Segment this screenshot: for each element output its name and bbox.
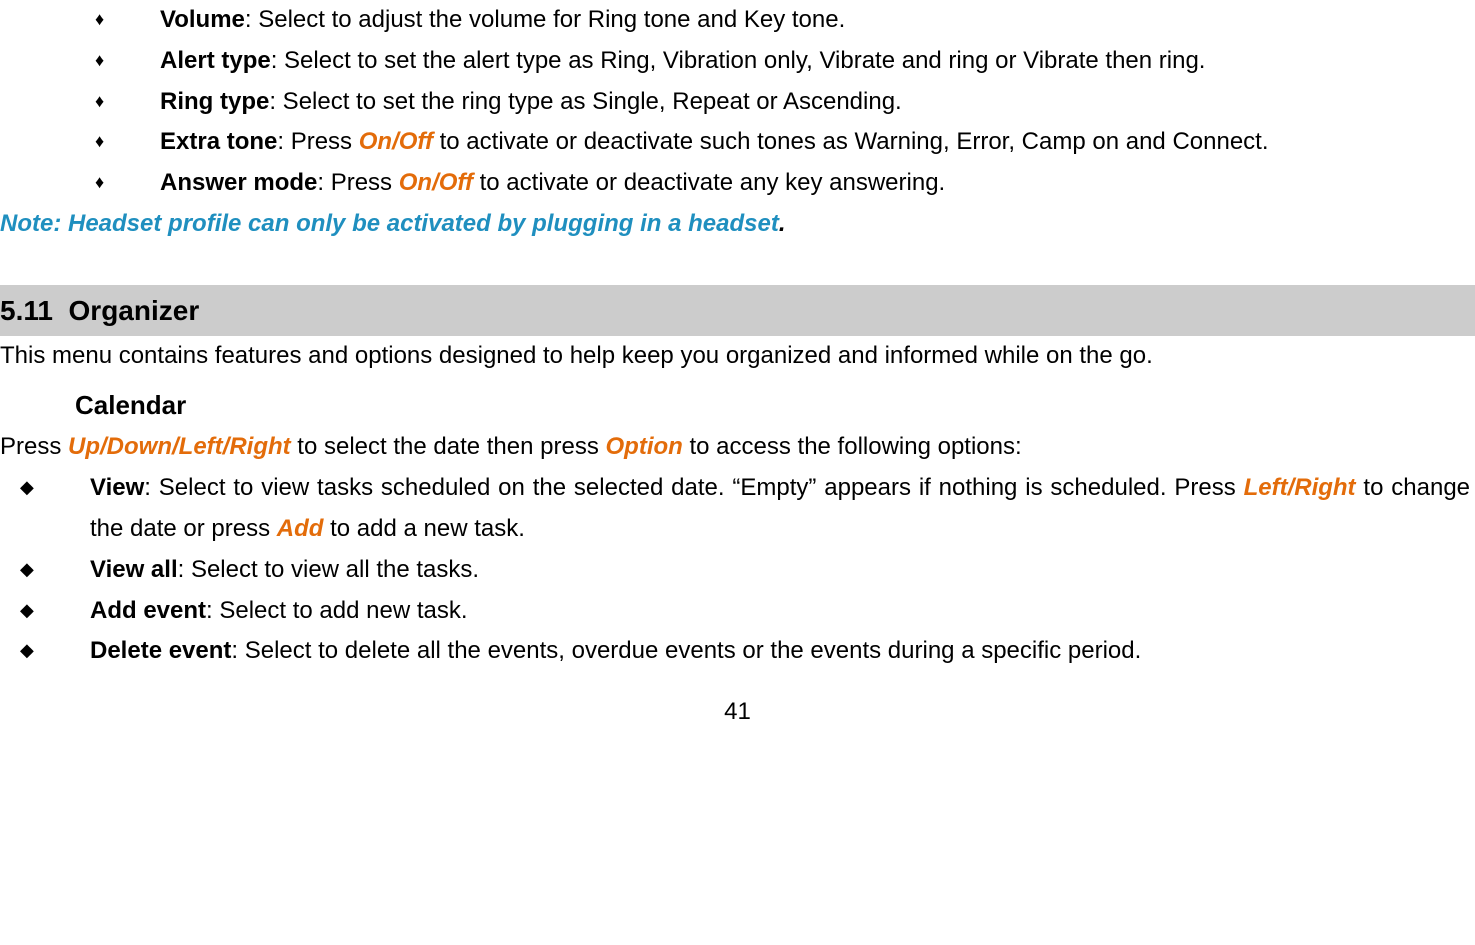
bullet-pre: : Press (277, 128, 358, 155)
diamond-icon: ◆ (20, 591, 90, 632)
section-title: Organizer (69, 295, 200, 326)
bullet-delete-event: ◆ Delete event: Select to delete all the… (20, 631, 1475, 672)
diamond-icon: ◆ (20, 550, 90, 591)
diamond-icon: ♦ (95, 122, 160, 163)
highlight-add: Add (277, 515, 324, 542)
text: to access the following options: (683, 433, 1022, 460)
bullet-label: View (90, 474, 144, 501)
diamond-icon: ◆ (20, 631, 90, 672)
bullet-desc: : Select to view all the tasks. (178, 556, 479, 583)
bullet-add-event: ◆ Add event: Select to add new task. (20, 591, 1475, 632)
bullet-text: Alert type: Select to set the alert type… (160, 41, 1475, 82)
bullet-post: to activate or deactivate such tones as … (433, 128, 1269, 155)
bullet-extra-tone: ♦ Extra tone: Press On/Off to activate o… (95, 122, 1475, 163)
bullet-text: Add event: Select to add new task. (90, 591, 1475, 632)
bullet-label: Delete event (90, 637, 231, 664)
section-number: 5.11 (0, 295, 53, 326)
highlight-option: Option (606, 433, 683, 460)
bullet-desc: : Select to set the alert type as Ring, … (271, 47, 1206, 74)
diamond-icon: ♦ (95, 163, 160, 204)
bullet-post: to activate or deactivate any key answer… (473, 169, 945, 196)
note-text: Note: Headset profile can only be activa… (0, 210, 779, 237)
highlight-leftright: Left/Right (1244, 474, 1356, 501)
bullet-label: View all (90, 556, 178, 583)
bullet-text: Answer mode: Press On/Off to activate or… (160, 163, 1475, 204)
bullet-view-all: ◆ View all: Select to view all the tasks… (20, 550, 1475, 591)
bullet-text: Extra tone: Press On/Off to activate or … (160, 122, 1475, 163)
bullet-desc: : Select to adjust the volume for Ring t… (245, 6, 845, 33)
bullet-desc: : Select to add new task. (206, 597, 467, 624)
diamond-icon: ◆ (20, 468, 90, 550)
note-trail: . (779, 210, 786, 237)
diamond-icon: ♦ (95, 0, 160, 41)
bullet-text: Volume: Select to adjust the volume for … (160, 0, 1475, 41)
diamond-icon: ♦ (95, 41, 160, 82)
text: : Select to view tasks scheduled on the … (144, 474, 1243, 501)
diamond-icon: ♦ (95, 82, 160, 123)
bullet-text: Delete event: Select to delete all the e… (90, 631, 1475, 672)
bullet-text: View: Select to view tasks scheduled on … (90, 468, 1475, 550)
bullet-label: Answer mode (160, 169, 317, 196)
highlight-onoff: On/Off (399, 169, 473, 196)
bullet-desc: : Select to set the ring type as Single,… (269, 88, 901, 115)
bullet-view: ◆ View: Select to view tasks scheduled o… (20, 468, 1475, 550)
page-number: 41 (0, 692, 1475, 733)
bullet-label: Extra tone (160, 128, 277, 155)
bullet-answer-mode: ♦ Answer mode: Press On/Off to activate … (95, 163, 1475, 204)
text: Press (0, 433, 68, 460)
text: to add a new task. (323, 515, 524, 542)
text: to select the date then press (291, 433, 606, 460)
note-headset: Note: Headset profile can only be activa… (0, 204, 1475, 245)
bullet-label: Ring type (160, 88, 269, 115)
subhead-calendar: Calendar (75, 383, 1475, 427)
bullet-pre: : Press (317, 169, 398, 196)
highlight-nav: Up/Down/Left/Right (68, 433, 291, 460)
document-page: ♦ Volume: Select to adjust the volume fo… (0, 0, 1475, 733)
bullet-label: Add event (90, 597, 206, 624)
bullet-ring-type: ♦ Ring type: Select to set the ring type… (95, 82, 1475, 123)
bullet-alert-type: ♦ Alert type: Select to set the alert ty… (95, 41, 1475, 82)
bullet-text: View all: Select to view all the tasks. (90, 550, 1475, 591)
bullet-text: Ring type: Select to set the ring type a… (160, 82, 1475, 123)
intro-paragraph: This menu contains features and options … (0, 336, 1475, 377)
bullet-label: Alert type (160, 47, 271, 74)
section-header-organizer: 5.11 Organizer (0, 285, 1475, 337)
bullet-volume: ♦ Volume: Select to adjust the volume fo… (95, 0, 1475, 41)
bullet-desc: : Select to delete all the events, overd… (231, 637, 1141, 664)
calendar-instruction: Press Up/Down/Left/Right to select the d… (0, 427, 1475, 468)
bullet-label: Volume (160, 6, 245, 33)
highlight-onoff: On/Off (359, 128, 433, 155)
